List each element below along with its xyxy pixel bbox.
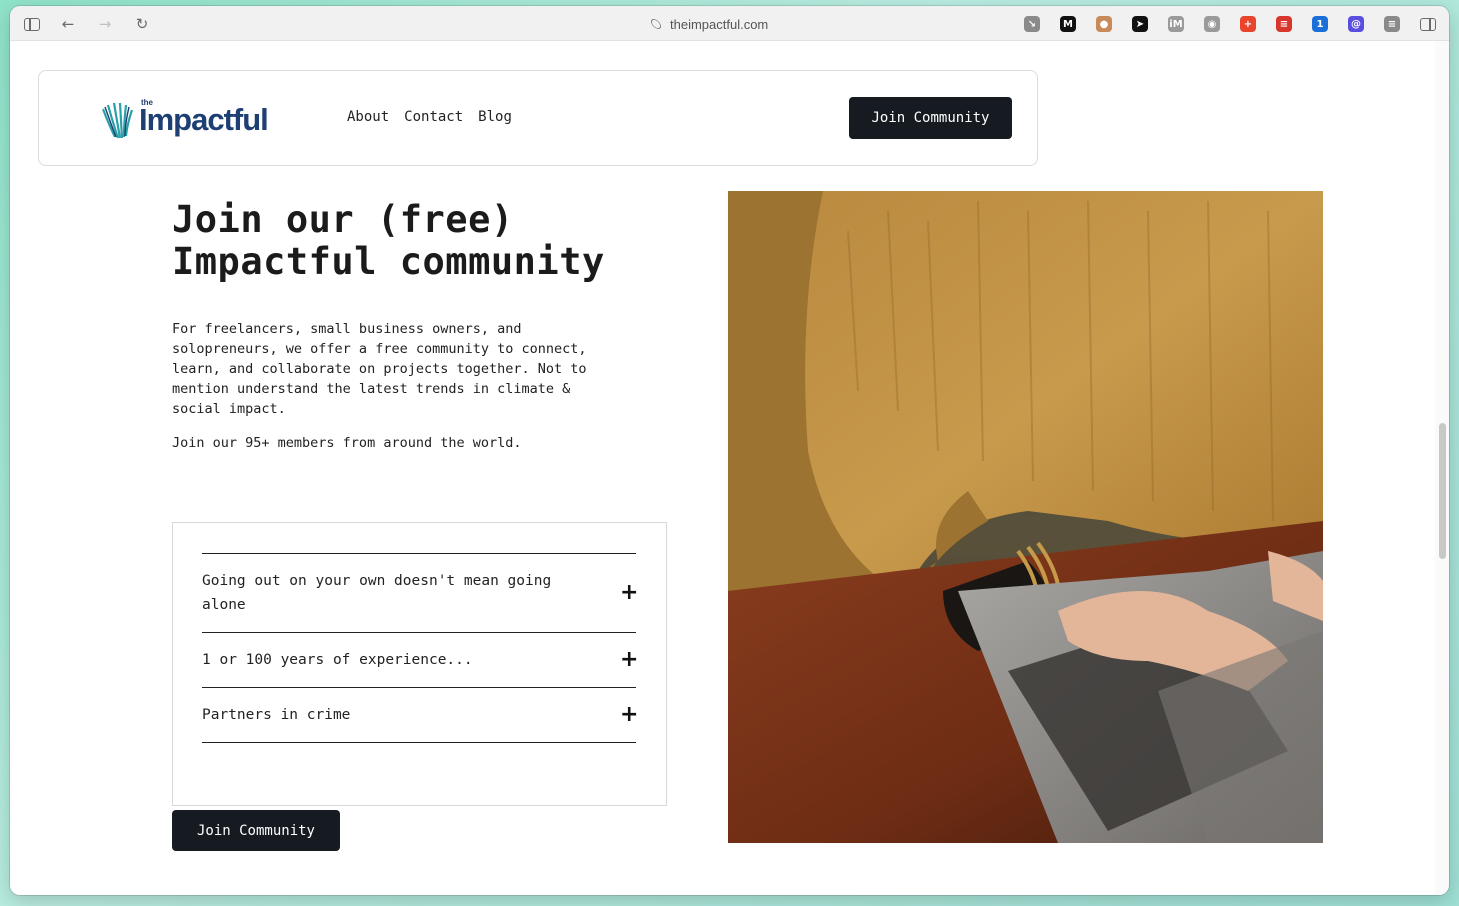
im-extension-icon[interactable]: iM bbox=[1168, 16, 1184, 32]
arrow-left-icon: ← bbox=[61, 15, 75, 33]
accordion: Going out on your own doesn't mean going… bbox=[202, 553, 638, 743]
reload-icon: ↻ bbox=[135, 15, 149, 33]
nav-link-blog[interactable]: Blog bbox=[478, 109, 512, 125]
hero-title-line-2: Impactful community bbox=[172, 240, 605, 283]
logo-text: Impactful bbox=[139, 102, 269, 137]
page-scrollbar-track[interactable] bbox=[1435, 41, 1449, 895]
logo-small-text: the bbox=[141, 98, 153, 107]
onepassword-extension-icon[interactable]: 1 bbox=[1312, 16, 1328, 32]
accordion-item-label: Partners in crime bbox=[202, 707, 351, 723]
logo-mark-icon bbox=[99, 101, 137, 139]
header-join-community-button[interactable]: Join Community bbox=[849, 97, 1012, 139]
hero-title-line-1: Join our (free) bbox=[172, 198, 514, 241]
split-view-icon bbox=[1420, 17, 1436, 31]
swirl-extension-icon[interactable]: @ bbox=[1348, 16, 1364, 32]
hero-title: Join our (free) Impactful community bbox=[172, 199, 692, 283]
link-icon bbox=[649, 17, 663, 31]
arrow-right-icon: → bbox=[98, 15, 112, 33]
web-page: the Impactful About Contact Blog Join Co… bbox=[10, 41, 1435, 895]
back-button[interactable]: ← bbox=[58, 14, 78, 34]
todoist-extension-icon[interactable]: ≡ bbox=[1276, 16, 1292, 32]
accordion-card: Going out on your own doesn't mean going… bbox=[172, 522, 667, 806]
site-header: the Impactful About Contact Blog Join Co… bbox=[38, 70, 1038, 166]
url-text: theimpactful.com bbox=[670, 16, 769, 32]
logo-wordmark: the Impactful bbox=[139, 98, 269, 138]
nav-links: About Contact Blog bbox=[347, 109, 512, 125]
forward-button[interactable]: → bbox=[95, 14, 115, 34]
nav-link-contact[interactable]: Contact bbox=[404, 109, 463, 125]
browser-window: ← → ↻ theimpactful.com ↘ M ● ➤ iM ◉ + ≡ 1 @ ≡ bbox=[10, 6, 1449, 895]
sidebar-toggle-button[interactable] bbox=[22, 14, 42, 34]
hero-members-text: Join our 95+ members from around the wor… bbox=[172, 435, 522, 451]
plus-icon[interactable]: + bbox=[620, 648, 638, 672]
toggle-extension-icon[interactable]: ≡ bbox=[1384, 16, 1400, 32]
plus-icon[interactable]: + bbox=[620, 703, 638, 727]
accordion-item-label: 1 or 100 years of experience... bbox=[202, 652, 473, 668]
address-bar[interactable]: theimpactful.com bbox=[649, 15, 769, 33]
hero-photo-person-on-laptop bbox=[728, 191, 1323, 843]
camera-extension-icon[interactable]: ◉ bbox=[1204, 16, 1220, 32]
accordion-item-partners[interactable]: Partners in crime + bbox=[202, 688, 638, 743]
plus-extension-icon[interactable]: + bbox=[1240, 16, 1256, 32]
accordion-item-experience[interactable]: 1 or 100 years of experience... + bbox=[202, 633, 638, 688]
avatar-extension-icon[interactable]: ● bbox=[1096, 16, 1112, 32]
hero-description: For freelancers, small business owners, … bbox=[172, 321, 587, 417]
site-logo[interactable]: the Impactful bbox=[99, 98, 269, 139]
split-view-button[interactable] bbox=[1418, 14, 1438, 34]
reload-button[interactable]: ↻ bbox=[132, 14, 152, 34]
page-scrollbar-thumb[interactable] bbox=[1439, 423, 1446, 559]
arrow-extension-icon[interactable]: ↘ bbox=[1024, 16, 1040, 32]
sidebar-icon bbox=[24, 17, 40, 31]
send-extension-icon[interactable]: ➤ bbox=[1132, 16, 1148, 32]
browser-toolbar: ← → ↻ theimpactful.com ↘ M ● ➤ iM ◉ + ≡ 1 @ ≡ bbox=[10, 6, 1449, 41]
nav-link-about[interactable]: About bbox=[347, 109, 389, 125]
accordion-item-label: Going out on your own doesn't mean going… bbox=[202, 573, 552, 613]
accordion-item-going-out[interactable]: Going out on your own doesn't mean going… bbox=[202, 554, 638, 633]
medium-extension-icon[interactable]: M bbox=[1060, 16, 1076, 32]
plus-icon[interactable]: + bbox=[620, 581, 638, 605]
hero-join-community-button[interactable]: Join Community bbox=[172, 810, 340, 851]
